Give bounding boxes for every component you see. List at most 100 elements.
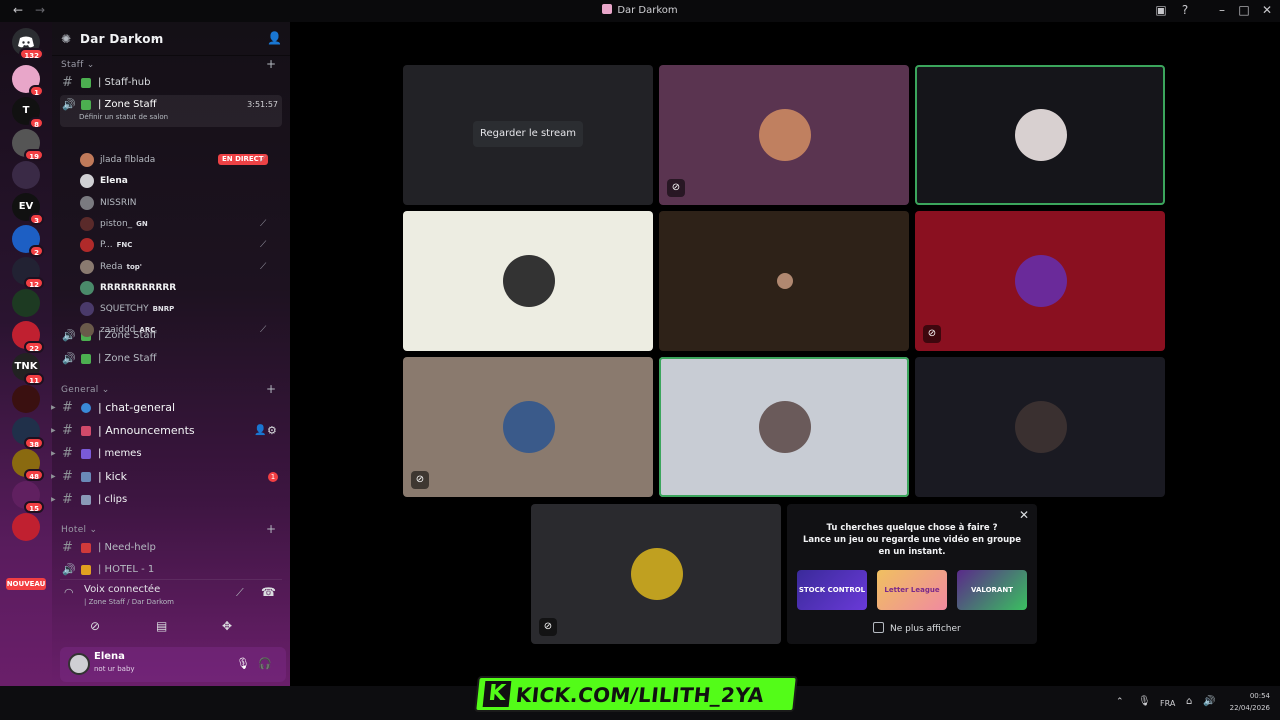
- invite-icon[interactable]: 👤: [254, 421, 266, 441]
- server-icon[interactable]: 15: [12, 481, 44, 513]
- participant-tile[interactable]: ⊘: [531, 504, 781, 644]
- settings-gear-icon[interactable]: ⚙: [267, 421, 277, 441]
- microphone-icon[interactable]: 🎙: [236, 657, 250, 670]
- voice-user[interactable]: jlada flblada EN DIRECT ⟋: [80, 150, 282, 170]
- tray-chevron-icon[interactable]: ⌃: [1116, 697, 1124, 707]
- voice-user[interactable]: P... FNC ⟋: [80, 235, 282, 255]
- participant-tile[interactable]: ⊘: [403, 357, 653, 497]
- channel-need-help[interactable]: # | Need-help: [60, 538, 282, 558]
- camera-off-icon[interactable]: ⊘: [90, 619, 100, 633]
- participant-tile[interactable]: [659, 211, 909, 351]
- help-icon[interactable]: ?: [1177, 3, 1193, 17]
- activity-valorant[interactable]: VALORANT: [957, 570, 1027, 610]
- participant-tile[interactable]: ⊘: [915, 211, 1165, 351]
- headphones-icon[interactable]: 🎧: [258, 657, 272, 670]
- activities-icon[interactable]: ✥: [222, 619, 232, 633]
- server-icon[interactable]: EV 3: [12, 193, 44, 225]
- guild-header[interactable]: ✺ Dar Darkom ⌄ 👤: [52, 22, 290, 56]
- channel-memes[interactable]: ▶ # | memes: [51, 444, 282, 464]
- home-button[interactable]: 132: [12, 28, 44, 60]
- channel-hotel-1[interactable]: 🔊 | HOTEL - 1: [60, 560, 282, 576]
- channel-announcements[interactable]: ▶ # | Announcements 👤 ⚙: [51, 421, 282, 441]
- voice-user[interactable]: Elena: [80, 171, 282, 191]
- channel-staff-hub[interactable]: # | Staff-hub: [60, 73, 282, 93]
- voice-user[interactable]: RRRRRRRRRRR: [80, 278, 282, 298]
- server-icon[interactable]: [12, 513, 40, 541]
- minimize-icon[interactable]: –: [1214, 3, 1230, 17]
- channel-clips[interactable]: ▶ # | clips: [51, 490, 282, 510]
- channel-zone-staff-3[interactable]: 🔊 | Zone Staff: [60, 349, 282, 369]
- voice-user[interactable]: zaaiddd ARC ⟋: [80, 320, 282, 340]
- maximize-icon[interactable]: □: [1236, 3, 1252, 17]
- server-badge: 12: [24, 277, 44, 289]
- invite-people-icon[interactable]: 👤: [267, 31, 282, 45]
- camera-off-icon: ⊘: [667, 179, 685, 197]
- dont-show-again-checkbox[interactable]: Ne plus afficher: [873, 622, 961, 634]
- channel-zone-staff-active[interactable]: 🔊 | Zone Staff 3:51:57 Définir un statut…: [60, 95, 282, 127]
- server-icon[interactable]: [12, 385, 40, 413]
- network-icon[interactable]: ⌂: [1186, 696, 1192, 707]
- sos-emoji-icon: [81, 543, 91, 553]
- activity-stock-control[interactable]: STOCK CONTROL: [797, 570, 867, 610]
- server-icon[interactable]: T8: [12, 97, 44, 129]
- category-general[interactable]: General ⌄: [61, 385, 110, 395]
- server-icon[interactable]: 1: [12, 65, 44, 97]
- add-channel-icon[interactable]: +: [266, 382, 276, 396]
- stream-tile[interactable]: Regarder le stream: [403, 65, 653, 205]
- watch-stream-button[interactable]: Regarder le stream: [473, 121, 583, 147]
- channel-kick[interactable]: ▶ # | kick 1: [51, 467, 282, 487]
- server-icon[interactable]: [12, 161, 40, 189]
- server-icon[interactable]: 48: [12, 449, 44, 481]
- server-icon[interactable]: [12, 289, 40, 317]
- server-icon[interactable]: 19: [12, 129, 44, 161]
- server-icon[interactable]: 38: [12, 417, 44, 449]
- avatar[interactable]: [68, 653, 90, 675]
- participant-tile[interactable]: ⊘: [659, 65, 909, 205]
- noise-suppression-icon[interactable]: ⟋: [236, 586, 244, 600]
- activity-letter-league[interactable]: Letter League: [877, 570, 947, 610]
- participant-tile[interactable]: [915, 65, 1165, 205]
- server-badge: 8: [29, 117, 44, 129]
- server-badge: 22: [24, 341, 44, 353]
- server-icon[interactable]: 12: [12, 257, 44, 289]
- voice-user-name: SQUETCHY: [100, 304, 149, 315]
- channel-status[interactable]: Définir un statut de salon: [79, 111, 168, 123]
- participant-tile[interactable]: [915, 357, 1165, 497]
- voice-user[interactable]: NISSRIN: [80, 193, 282, 213]
- disconnect-icon[interactable]: ☎: [261, 585, 276, 599]
- participant-tile[interactable]: [659, 357, 909, 497]
- speaker-icon: 🔊: [62, 98, 76, 111]
- close-window-icon[interactable]: ✕: [1259, 3, 1275, 17]
- avatar: [80, 259, 94, 274]
- signal-icon[interactable]: ◠: [64, 586, 74, 599]
- voice-user[interactable]: Reda top' ⟋: [80, 257, 282, 277]
- badge-emoji-icon: [81, 100, 91, 110]
- microphone-tray-icon[interactable]: 🎙: [1138, 696, 1151, 707]
- avatar: [80, 195, 94, 210]
- clock-time[interactable]: 00:54: [1230, 692, 1270, 700]
- add-channel-icon[interactable]: +: [266, 522, 276, 536]
- inbox-icon[interactable]: ▣: [1153, 3, 1169, 17]
- voice-user-name: RRRRRRRRRRR: [100, 282, 177, 293]
- server-icon[interactable]: TNK 11: [12, 353, 44, 385]
- volume-icon[interactable]: 🔊: [1203, 696, 1215, 707]
- add-channel-icon[interactable]: +: [266, 57, 276, 71]
- kick-overlay-banner: K KICK.COM/LILITH_2YA: [474, 676, 798, 712]
- clock-date[interactable]: 22/04/2026: [1224, 704, 1270, 712]
- server-badge: 38: [24, 437, 44, 449]
- close-icon[interactable]: ✕: [1019, 508, 1029, 522]
- voice-user[interactable]: piston_ GN ⟋: [80, 214, 282, 234]
- voice-location-link[interactable]: | Zone Staff / Dar Darkom: [84, 598, 174, 606]
- channel-chat-general[interactable]: ▶ # | chat-general: [51, 398, 282, 418]
- speaker-icon: 🔊: [62, 329, 76, 342]
- server-icon[interactable]: 2: [12, 225, 44, 257]
- screen-share-icon[interactable]: ▤: [156, 619, 167, 633]
- category-staff[interactable]: Staff ⌄: [61, 60, 95, 70]
- voice-user-name: zaaiddd: [100, 325, 136, 336]
- category-hotel[interactable]: Hotel ⌄: [61, 525, 97, 535]
- participant-tile[interactable]: [403, 211, 653, 351]
- voice-user[interactable]: SQUETCHY BNRP: [80, 299, 282, 319]
- channel-sidebar: ✺ Dar Darkom ⌄ 👤 Staff ⌄ + # | Staff-hub…: [51, 22, 323, 686]
- server-icon[interactable]: 22: [12, 321, 44, 353]
- language-indicator[interactable]: FRA: [1160, 699, 1175, 708]
